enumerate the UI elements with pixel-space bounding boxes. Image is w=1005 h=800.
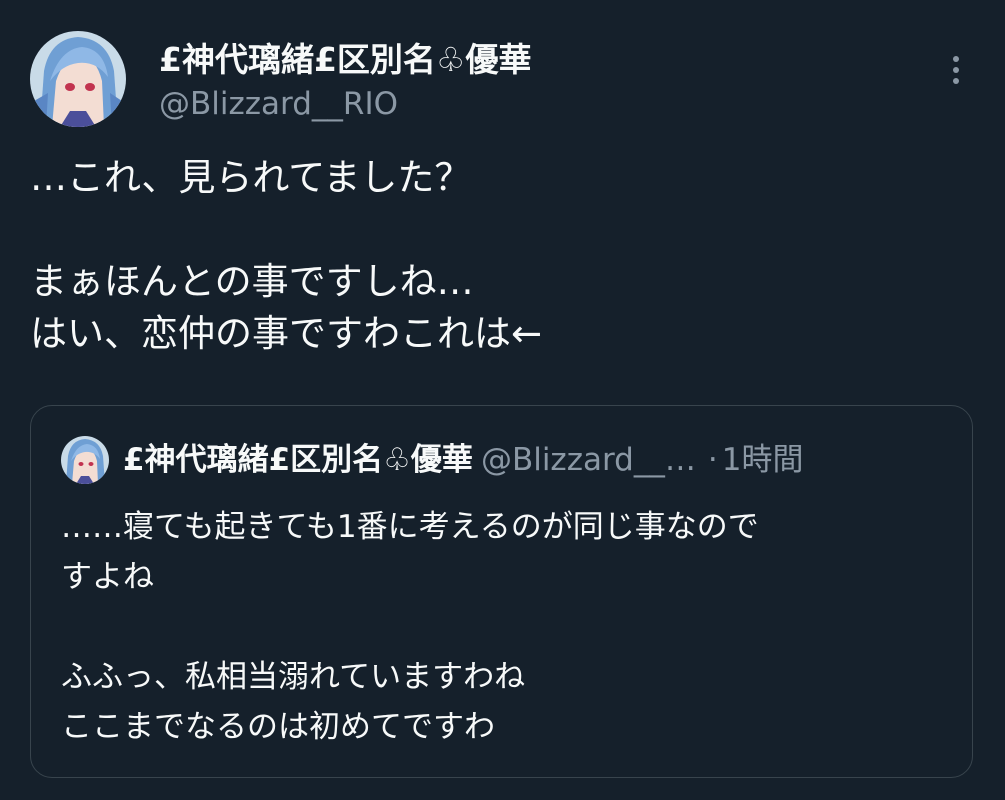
quoted-separator: · xyxy=(707,442,718,478)
quoted-text-line xyxy=(61,602,941,652)
avatar-image xyxy=(30,31,126,127)
display-name[interactable]: £神代璃緒£区別名♧優華 xyxy=(159,40,532,80)
quoted-tweet[interactable]: £神代璃緒£区別名♧優華 @Blizzard__… · 1時間 ……寝ても起きても1番… xyxy=(30,405,973,778)
quoted-display-name: £神代璃緒£区別名♧優華 xyxy=(123,442,473,478)
quoted-header: £神代璃緒£区別名♧優華 @Blizzard__… · 1時間 xyxy=(123,440,803,480)
tweet: £神代璃緒£区別名♧優華 @Blizzard__RIO …これ、見られてました？… xyxy=(0,0,1005,800)
tweet-text-line xyxy=(30,204,970,256)
quoted-avatar xyxy=(61,436,109,484)
quoted-timestamp[interactable]: 1時間 xyxy=(722,442,804,478)
quoted-text: ……寝ても起きても1番に考えるのが同じ事なので すよね ふふっ、私相当溺れていま… xyxy=(61,502,941,752)
tweet-text: …これ、見られてました？ まぁほんとの事ですしね… はい、恋仲の事ですわこれは← xyxy=(30,152,970,360)
more-vertical-icon xyxy=(953,67,959,73)
avatar-image xyxy=(61,436,109,484)
quoted-text-line: ……寝ても起きても1番に考えるのが同じ事なので xyxy=(61,509,759,545)
more-vertical-icon xyxy=(953,78,959,84)
avatar[interactable] xyxy=(30,31,126,127)
tweet-text-line: まぁほんとの事ですしね… xyxy=(30,260,474,303)
tweet-text-line: …これ、見られてました？ xyxy=(30,156,472,199)
quoted-handle: @Blizzard__… xyxy=(480,442,696,478)
tweet-text-line: はい、恋仲の事ですわこれは← xyxy=(30,312,543,355)
more-options-button[interactable] xyxy=(940,50,972,90)
user-handle[interactable]: @Blizzard__RIO xyxy=(159,86,398,122)
quoted-text-line: ふふっ、私相当溺れていますわね xyxy=(61,659,526,695)
more-vertical-icon xyxy=(953,56,959,62)
quoted-text-line: すよね xyxy=(61,559,154,595)
quoted-text-line: ここまでなるのは初めてですわ xyxy=(61,709,495,745)
